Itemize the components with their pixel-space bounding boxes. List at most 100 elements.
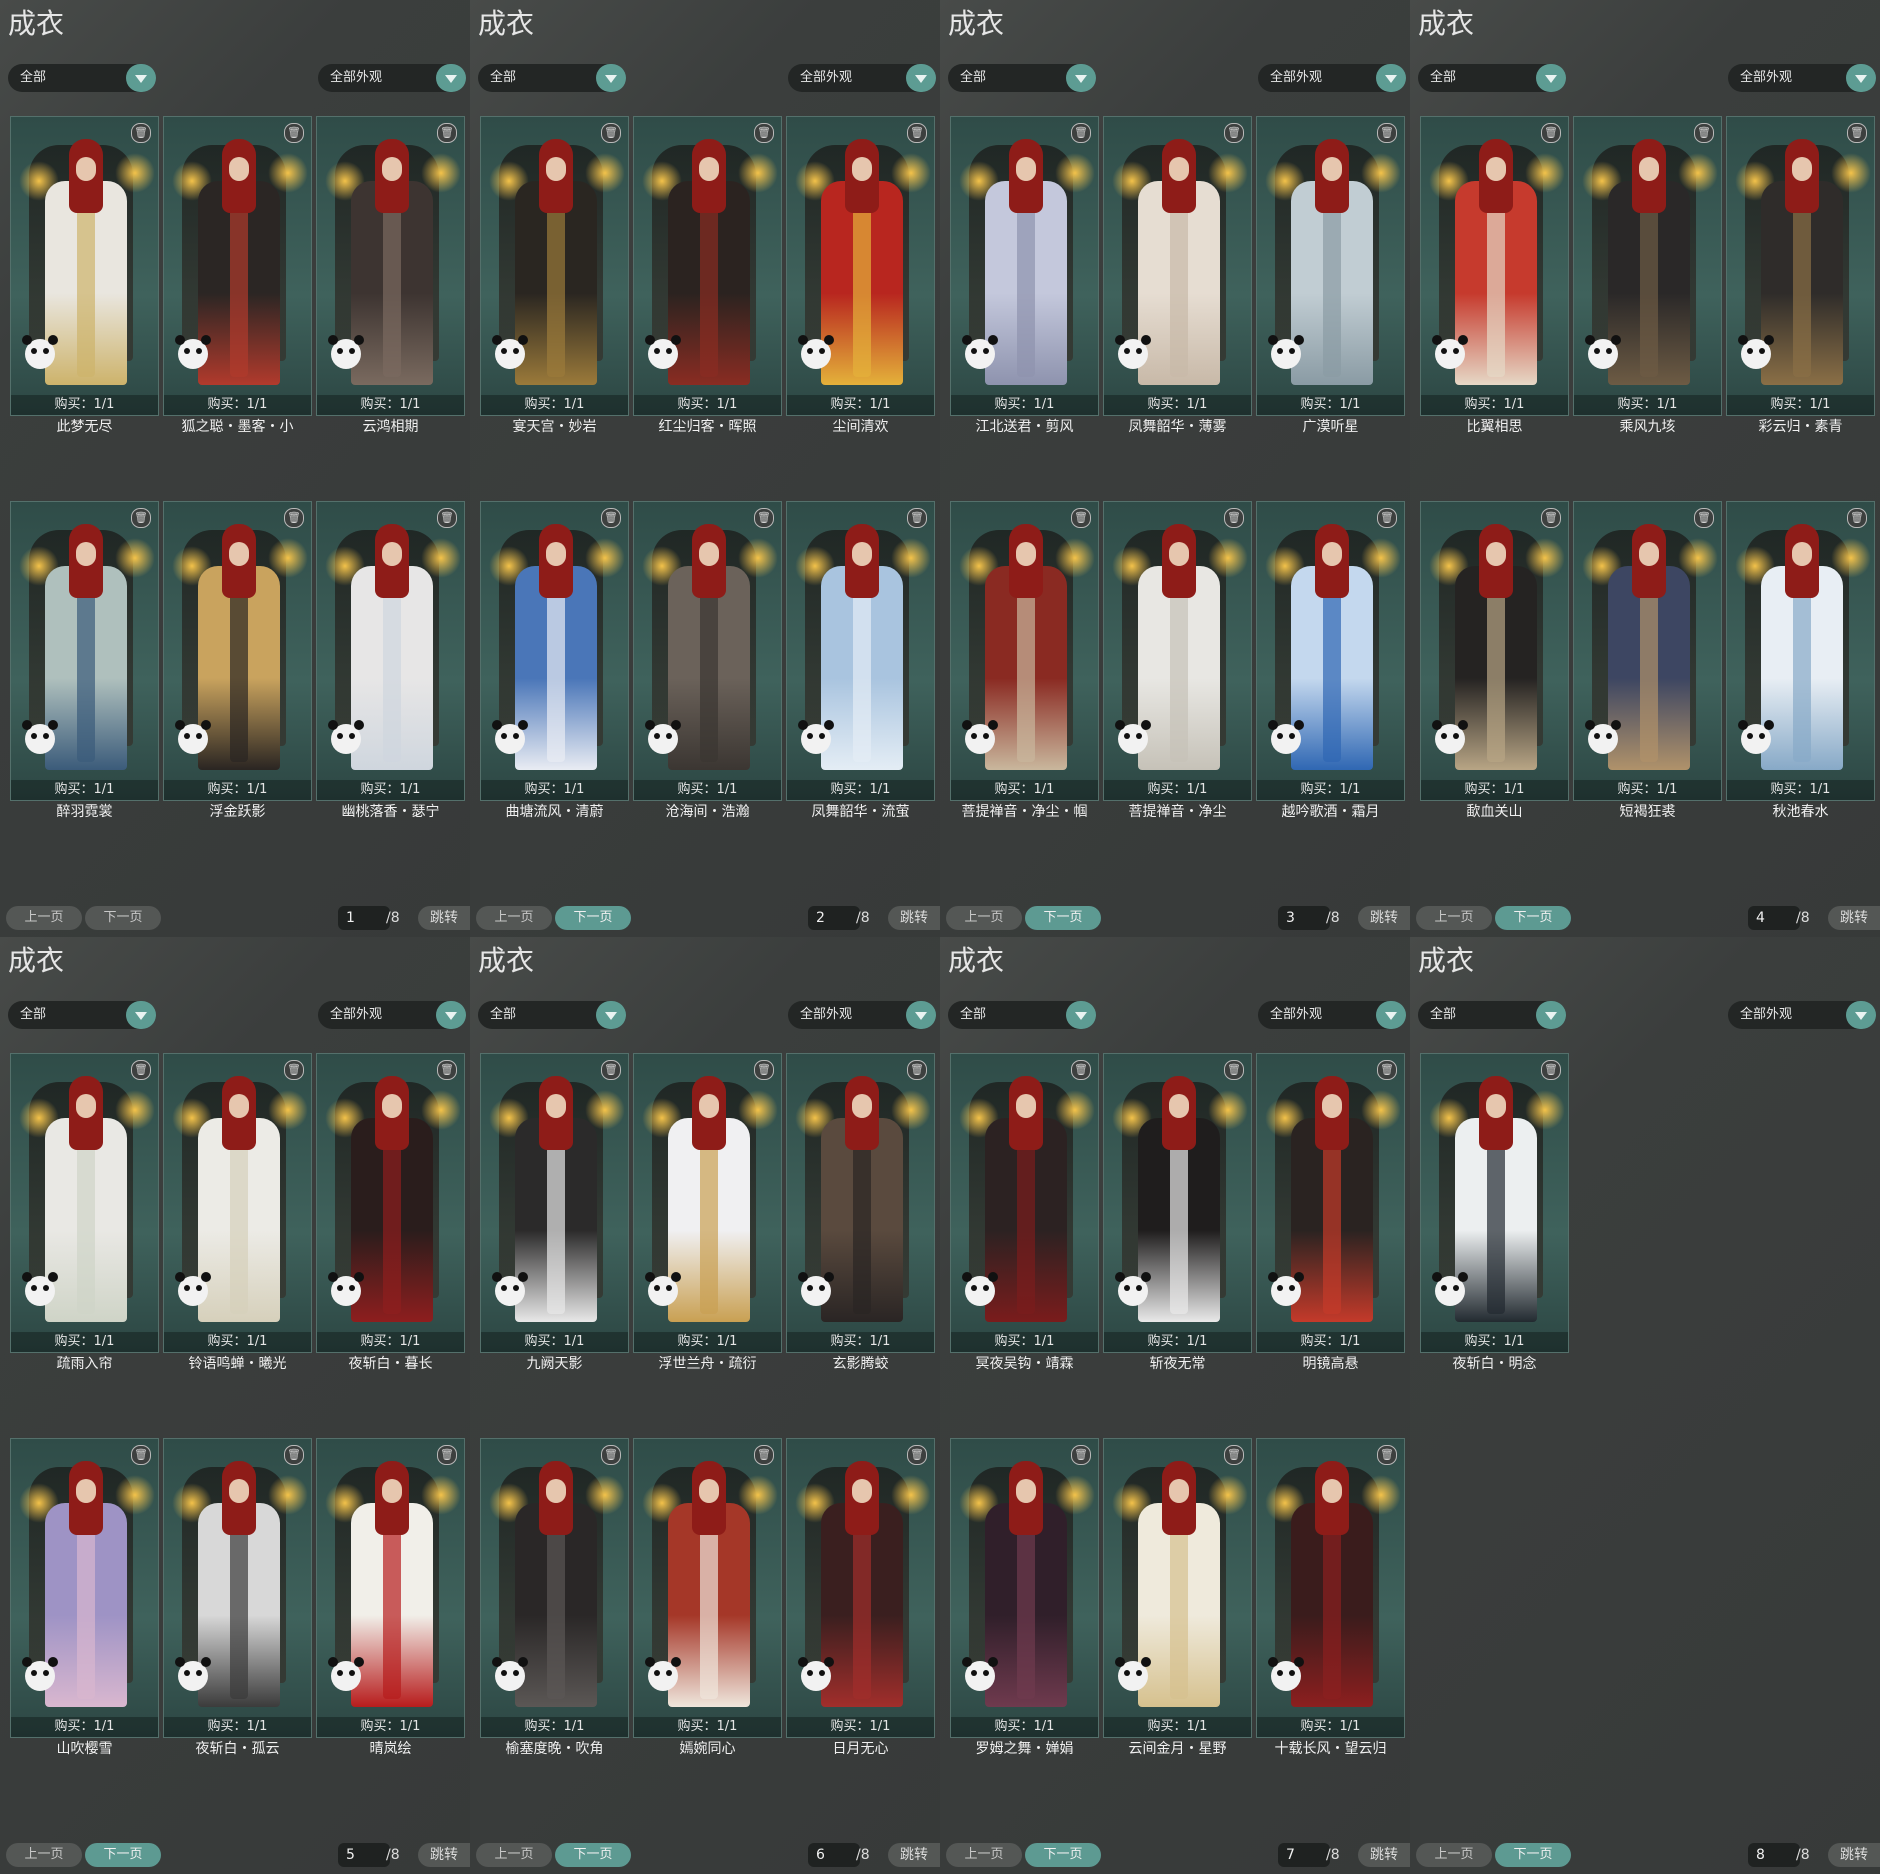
- outfit-card[interactable]: 🗑 购买：1/1: [1573, 116, 1722, 416]
- jump-button[interactable]: 跳转: [888, 1843, 940, 1867]
- next-page-button[interactable]: 下一页: [1025, 1843, 1101, 1867]
- category-dropdown[interactable]: 全部: [1418, 1001, 1566, 1029]
- trash-icon[interactable]: 🗑: [1694, 508, 1714, 528]
- trash-icon[interactable]: 🗑: [754, 508, 774, 528]
- outfit-card[interactable]: 🗑 购买：1/1: [633, 1438, 782, 1738]
- trash-icon[interactable]: 🗑: [1071, 1445, 1091, 1465]
- outfit-card[interactable]: 🗑 购买：1/1: [1420, 501, 1569, 801]
- outfit-card[interactable]: 🗑 购买：1/1: [786, 116, 935, 416]
- page-number-input[interactable]: 8: [1748, 1843, 1800, 1867]
- trash-icon[interactable]: 🗑: [437, 508, 457, 528]
- outfit-card[interactable]: 🗑 购买：1/1: [1573, 501, 1722, 801]
- trash-icon[interactable]: 🗑: [907, 508, 927, 528]
- chevron-down-icon[interactable]: [436, 1001, 466, 1029]
- outfit-card[interactable]: 🗑 购买：1/1: [163, 1438, 312, 1738]
- appearance-dropdown[interactable]: 全部外观: [318, 1001, 466, 1029]
- trash-icon[interactable]: 🗑: [1694, 123, 1714, 143]
- trash-icon[interactable]: 🗑: [437, 123, 457, 143]
- outfit-card[interactable]: 🗑 购买：1/1: [1103, 1053, 1252, 1353]
- prev-page-button[interactable]: 上一页: [946, 906, 1022, 930]
- appearance-dropdown[interactable]: 全部外观: [788, 1001, 936, 1029]
- trash-icon[interactable]: 🗑: [1224, 123, 1244, 143]
- next-page-button[interactable]: 下一页: [555, 906, 631, 930]
- trash-icon[interactable]: 🗑: [1377, 1445, 1397, 1465]
- outfit-card[interactable]: 🗑 购买：1/1: [480, 501, 629, 801]
- outfit-card[interactable]: 🗑 购买：1/1: [1256, 1053, 1405, 1353]
- next-page-button[interactable]: 下一页: [1025, 906, 1101, 930]
- trash-icon[interactable]: 🗑: [284, 508, 304, 528]
- category-dropdown[interactable]: 全部: [478, 1001, 626, 1029]
- next-page-button[interactable]: 下一页: [555, 1843, 631, 1867]
- chevron-down-icon[interactable]: [906, 64, 936, 92]
- prev-page-button[interactable]: 上一页: [476, 1843, 552, 1867]
- trash-icon[interactable]: 🗑: [284, 123, 304, 143]
- outfit-card[interactable]: 🗑 购买：1/1: [316, 1438, 465, 1738]
- outfit-card[interactable]: 🗑 购买：1/1: [316, 501, 465, 801]
- outfit-card[interactable]: 🗑 购买：1/1: [1420, 1053, 1569, 1353]
- next-page-button[interactable]: 下一页: [1495, 1843, 1571, 1867]
- trash-icon[interactable]: 🗑: [1071, 1060, 1091, 1080]
- jump-button[interactable]: 跳转: [1358, 1843, 1410, 1867]
- outfit-card[interactable]: 🗑 购买：1/1: [480, 1053, 629, 1353]
- next-page-button[interactable]: 下一页: [85, 1843, 161, 1867]
- trash-icon[interactable]: 🗑: [601, 123, 621, 143]
- trash-icon[interactable]: 🗑: [1541, 123, 1561, 143]
- chevron-down-icon[interactable]: [906, 1001, 936, 1029]
- next-page-button[interactable]: 下一页: [1495, 906, 1571, 930]
- outfit-card[interactable]: 🗑 购买：1/1: [633, 501, 782, 801]
- outfit-card[interactable]: 🗑 购买：1/1: [1420, 116, 1569, 416]
- outfit-card[interactable]: 🗑 购买：1/1: [950, 1438, 1099, 1738]
- jump-button[interactable]: 跳转: [418, 906, 470, 930]
- page-number-input[interactable]: 1: [338, 906, 390, 930]
- chevron-down-icon[interactable]: [1376, 64, 1406, 92]
- trash-icon[interactable]: 🗑: [907, 1060, 927, 1080]
- trash-icon[interactable]: 🗑: [284, 1445, 304, 1465]
- jump-button[interactable]: 跳转: [888, 906, 940, 930]
- prev-page-button[interactable]: 上一页: [1416, 906, 1492, 930]
- trash-icon[interactable]: 🗑: [1224, 1445, 1244, 1465]
- trash-icon[interactable]: 🗑: [437, 1445, 457, 1465]
- outfit-card[interactable]: 🗑 购买：1/1: [1256, 1438, 1405, 1738]
- category-dropdown[interactable]: 全部: [948, 64, 1096, 92]
- trash-icon[interactable]: 🗑: [1541, 1060, 1561, 1080]
- next-page-button[interactable]: 下一页: [85, 906, 161, 930]
- outfit-card[interactable]: 🗑 购买：1/1: [10, 1438, 159, 1738]
- appearance-dropdown[interactable]: 全部外观: [788, 64, 936, 92]
- trash-icon[interactable]: 🗑: [131, 508, 151, 528]
- category-dropdown[interactable]: 全部: [478, 64, 626, 92]
- page-number-input[interactable]: 7: [1278, 1843, 1330, 1867]
- outfit-card[interactable]: 🗑 购买：1/1: [950, 501, 1099, 801]
- appearance-dropdown[interactable]: 全部外观: [1728, 1001, 1876, 1029]
- outfit-card[interactable]: 🗑 购买：1/1: [480, 1438, 629, 1738]
- chevron-down-icon[interactable]: [1066, 1001, 1096, 1029]
- outfit-card[interactable]: 🗑 购买：1/1: [10, 501, 159, 801]
- outfit-card[interactable]: 🗑 购买：1/1: [633, 116, 782, 416]
- page-number-input[interactable]: 6: [808, 1843, 860, 1867]
- outfit-card[interactable]: 🗑 购买：1/1: [950, 116, 1099, 416]
- trash-icon[interactable]: 🗑: [131, 1445, 151, 1465]
- outfit-card[interactable]: 🗑 购买：1/1: [163, 501, 312, 801]
- outfit-card[interactable]: 🗑 购买：1/1: [1103, 116, 1252, 416]
- category-dropdown[interactable]: 全部: [8, 64, 156, 92]
- trash-icon[interactable]: 🗑: [1541, 508, 1561, 528]
- trash-icon[interactable]: 🗑: [131, 1060, 151, 1080]
- outfit-card[interactable]: 🗑 购买：1/1: [633, 1053, 782, 1353]
- outfit-card[interactable]: 🗑 购买：1/1: [1726, 116, 1875, 416]
- trash-icon[interactable]: 🗑: [1071, 123, 1091, 143]
- outfit-card[interactable]: 🗑 购买：1/1: [316, 116, 465, 416]
- chevron-down-icon[interactable]: [126, 1001, 156, 1029]
- trash-icon[interactable]: 🗑: [907, 1445, 927, 1465]
- prev-page-button[interactable]: 上一页: [6, 906, 82, 930]
- category-dropdown[interactable]: 全部: [948, 1001, 1096, 1029]
- page-number-input[interactable]: 3: [1278, 906, 1330, 930]
- outfit-card[interactable]: 🗑 购买：1/1: [1103, 1438, 1252, 1738]
- trash-icon[interactable]: 🗑: [601, 1445, 621, 1465]
- outfit-card[interactable]: 🗑 购买：1/1: [1256, 116, 1405, 416]
- outfit-card[interactable]: 🗑 购买：1/1: [10, 1053, 159, 1353]
- prev-page-button[interactable]: 上一页: [6, 1843, 82, 1867]
- chevron-down-icon[interactable]: [1536, 1001, 1566, 1029]
- chevron-down-icon[interactable]: [1376, 1001, 1406, 1029]
- outfit-card[interactable]: 🗑 购买：1/1: [163, 1053, 312, 1353]
- trash-icon[interactable]: 🗑: [907, 123, 927, 143]
- chevron-down-icon[interactable]: [126, 64, 156, 92]
